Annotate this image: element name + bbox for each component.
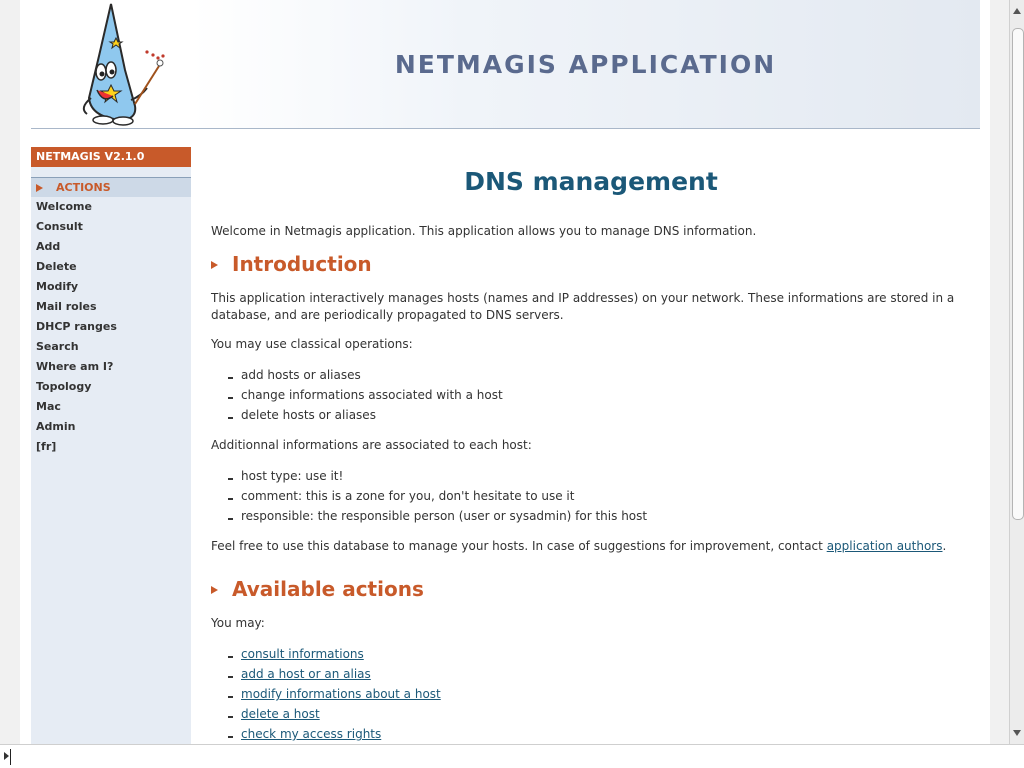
- application-authors-link[interactable]: application authors: [827, 539, 943, 553]
- sidebar-item-delete[interactable]: Delete: [36, 257, 117, 277]
- dash-bullet-icon: [228, 518, 233, 520]
- dash-bullet-icon: [228, 417, 233, 419]
- sidebar-item-search[interactable]: Search: [36, 337, 117, 357]
- sidebar-item-add[interactable]: Add: [36, 237, 117, 257]
- sidebar: NETMAGIS V2.1.0 ACTIONS Welcome Consult …: [31, 147, 191, 744]
- list-item: add a host or an alias: [211, 664, 971, 684]
- additional-info-list: host type: use it! comment: this is a zo…: [211, 466, 971, 526]
- list-item: delete a host: [211, 704, 971, 724]
- sidebar-item-consult[interactable]: Consult: [36, 217, 117, 237]
- wizard-logo: [31, 0, 191, 128]
- add-host-link[interactable]: add a host or an alias: [241, 667, 371, 681]
- triangle-right-icon: [36, 184, 43, 192]
- list-item-text: host type: use it!: [241, 469, 344, 483]
- vertical-scrollbar[interactable]: [1009, 0, 1024, 744]
- bottom-input-bar[interactable]: [0, 744, 1024, 768]
- version-label: NETMAGIS V2.1.0: [31, 147, 191, 167]
- list-item: add hosts or aliases: [211, 365, 971, 385]
- triangle-right-icon: [4, 752, 9, 760]
- consult-informations-link[interactable]: consult informations: [241, 647, 364, 661]
- list-item-text: responsible: the responsible person (use…: [241, 509, 648, 523]
- modify-host-link[interactable]: modify informations about a host: [241, 687, 441, 701]
- dash-bullet-icon: [228, 676, 233, 678]
- additional-text: Additionnal informations are associated …: [211, 438, 532, 452]
- list-item-text: add hosts or aliases: [241, 368, 361, 382]
- dash-bullet-icon: [228, 498, 233, 500]
- scroll-up-arrow-icon[interactable]: [1013, 8, 1021, 14]
- text-caret: [10, 749, 11, 765]
- header-banner: NETMAGIS APPLICATION: [191, 0, 980, 128]
- feedback-suffix: .: [942, 539, 947, 553]
- available-actions-heading-label: Available actions: [232, 577, 424, 601]
- feedback-prefix: Feel free to use this database to manage…: [211, 539, 827, 553]
- you-may-text: You may:: [211, 616, 265, 630]
- dash-bullet-icon: [228, 736, 233, 738]
- list-item: change informations associated with a ho…: [211, 385, 971, 405]
- scrollbar-thumb[interactable]: [1012, 28, 1024, 520]
- classical-operations-list: add hosts or aliases change informations…: [211, 365, 971, 425]
- intro-text: This application interactively manages h…: [211, 291, 955, 322]
- list-item-text: change informations associated with a ho…: [241, 388, 503, 402]
- sidebar-item-topology[interactable]: Topology: [36, 377, 117, 397]
- dash-bullet-icon: [228, 478, 233, 480]
- delete-host-link[interactable]: delete a host: [241, 707, 320, 721]
- page: NETMAGIS APPLICATION NETMAGIS V2.1.0 ACT…: [20, 0, 990, 744]
- action-links-list: consult informations add a host or an al…: [211, 644, 971, 744]
- feedback-text: Feel free to use this database to manage…: [211, 538, 971, 555]
- list-item: responsible: the responsible person (use…: [211, 506, 971, 526]
- actions-heading-label: ACTIONS: [56, 181, 111, 194]
- list-item: host type: use it!: [211, 466, 971, 486]
- sidebar-menu: Welcome Consult Add Delete Modify Mail r…: [36, 197, 117, 457]
- dash-bullet-icon: [228, 377, 233, 379]
- actions-heading: ACTIONS: [31, 177, 191, 197]
- triangle-right-icon: [211, 586, 218, 594]
- sidebar-item-where-am-i[interactable]: Where am I?: [36, 357, 117, 377]
- list-item: consult informations: [211, 644, 971, 664]
- header: NETMAGIS APPLICATION: [31, 0, 980, 129]
- list-item: check my access rights: [211, 724, 971, 744]
- app-title: NETMAGIS APPLICATION: [394, 50, 777, 79]
- sidebar-item-mail-roles[interactable]: Mail roles: [36, 297, 117, 317]
- dash-bullet-icon: [228, 397, 233, 399]
- sidebar-item-dhcp-ranges[interactable]: DHCP ranges: [36, 317, 117, 337]
- dash-bullet-icon: [228, 716, 233, 718]
- introduction-heading: Introduction: [211, 252, 971, 276]
- sidebar-item-admin[interactable]: Admin: [36, 417, 117, 437]
- list-item: delete hosts or aliases: [211, 405, 971, 425]
- check-access-rights-link[interactable]: check my access rights: [241, 727, 381, 741]
- classical-text: You may use classical operations:: [211, 337, 413, 351]
- page-title: DNS management: [464, 167, 718, 196]
- introduction-heading-label: Introduction: [232, 252, 372, 276]
- sidebar-item-welcome[interactable]: Welcome: [36, 197, 117, 217]
- sidebar-item-language[interactable]: [fr]: [36, 437, 117, 457]
- main-content: DNS management Welcome in Netmagis appli…: [211, 147, 971, 744]
- available-actions-heading: Available actions: [211, 577, 971, 601]
- sidebar-item-mac[interactable]: Mac: [36, 397, 117, 417]
- sidebar-item-modify[interactable]: Modify: [36, 277, 117, 297]
- list-item: modify informations about a host: [211, 684, 971, 704]
- list-item-text: delete hosts or aliases: [241, 408, 376, 422]
- welcome-text: Welcome in Netmagis application. This ap…: [211, 224, 757, 238]
- list-item: comment: this is a zone for you, don't h…: [211, 486, 971, 506]
- dash-bullet-icon: [228, 696, 233, 698]
- triangle-right-icon: [211, 261, 218, 269]
- scroll-down-arrow-icon[interactable]: [1013, 730, 1021, 736]
- dash-bullet-icon: [228, 656, 233, 658]
- list-item-text: comment: this is a zone for you, don't h…: [241, 489, 575, 503]
